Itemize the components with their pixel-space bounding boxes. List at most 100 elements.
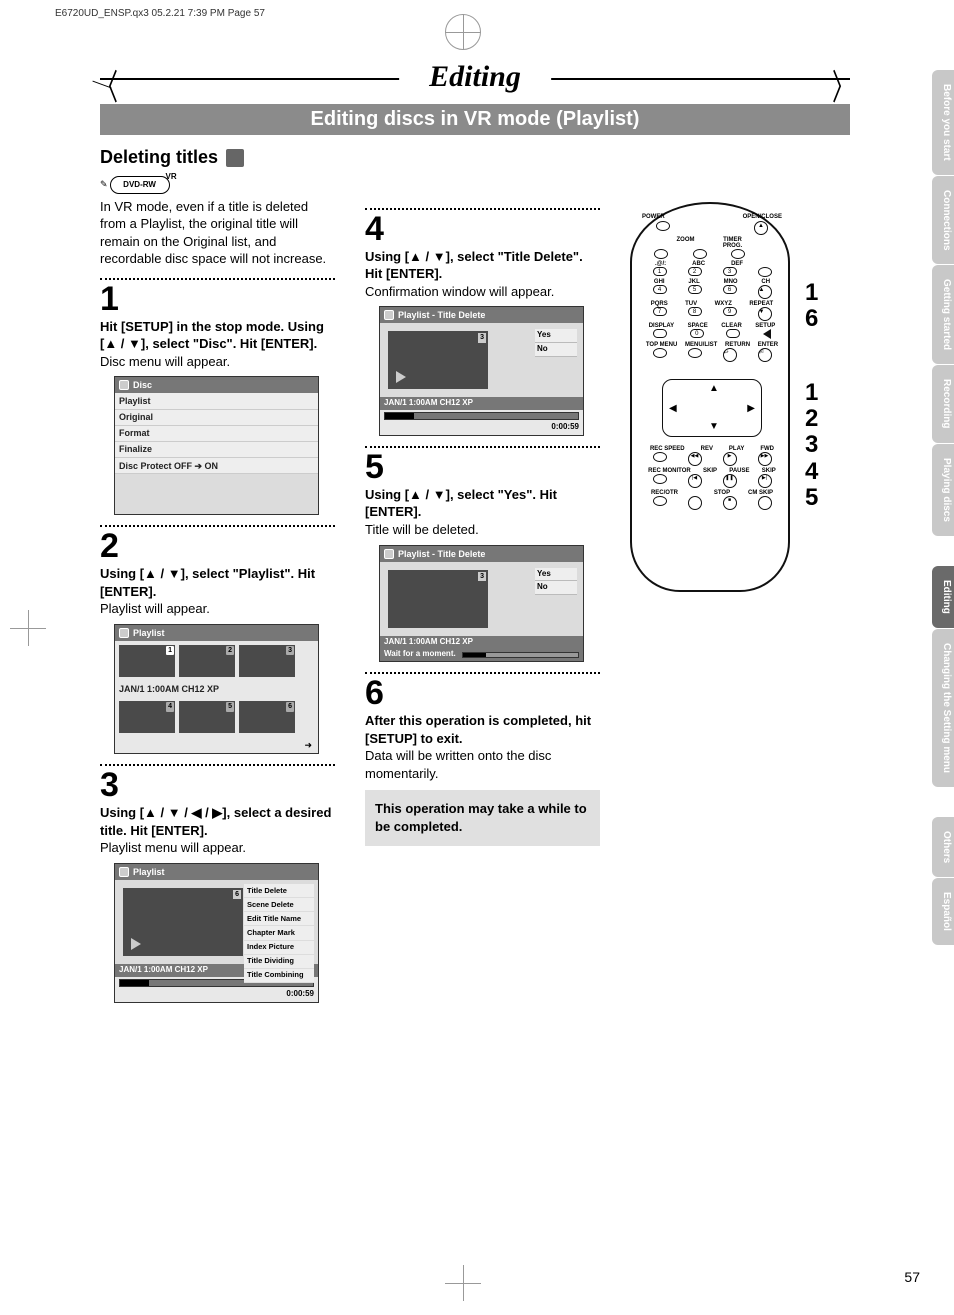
osd-title: Playlist - Title Delete [398,548,485,560]
osd-disc-menu: Disc Playlist Original Format Finalize D… [114,376,319,515]
remote-button: ◀◀ [688,452,702,466]
remote-button: 3 [723,267,737,276]
remote-button [653,452,667,462]
section-tab: Changing the Setting menu [932,629,954,787]
section-banner: Editing discs in VR mode (Playlist) [100,104,850,135]
remote-button: ■ [723,496,737,510]
section-tab: Connections [932,176,954,265]
section-tab: Before you start [932,70,954,175]
step-head: Using [▲ / ▼], select "Playlist". Hit [E… [100,565,335,600]
menu-item: Chapter Mark [244,926,314,940]
remote-button: 8 [688,307,702,316]
thumb-num: 3 [286,646,294,655]
remote-label: JKL [688,279,699,285]
remote-label: PQRS [651,301,668,307]
remote-button: 9 [723,307,737,316]
registration-mark-top [445,14,481,50]
step-number: 2 [100,529,335,563]
remote-label: MNO [724,279,738,285]
remote-label: MENU/LIST [685,342,717,348]
osd-playlist-grid: Playlist 1 2 3 JAN/1 1:00AM CH12 XP 4 5 … [114,624,319,754]
menu-item: Title Dividing [244,955,314,969]
step-body: Title will be deleted. [365,521,600,539]
remote-button: ▶| [758,474,772,488]
remote-button [763,329,771,339]
section-tab: Others [932,817,954,877]
step-number: 1 [100,282,335,316]
remote-button: |◀ [688,474,702,488]
step-body: Disc menu will appear. [100,353,335,371]
column-right: POWER OPEN/CLOSE ▲ ZOOM TIMER PROG. .@/:… [630,198,830,592]
doc-header: E6720UD_ENSP.qx3 05.2.21 7:39 PM Page 57 [55,8,265,19]
osd-playlist-menu: Playlist 6 Title Delete Scene Delete Edi… [114,863,319,1003]
step-number: 5 [365,450,600,484]
remote-diagram: POWER OPEN/CLOSE ▲ ZOOM TIMER PROG. .@/:… [630,202,790,592]
callout-num: 1 [805,280,818,306]
callout-num: 2 [805,406,818,432]
remote-button: 0 [690,329,704,338]
thumb-num: 1 [166,646,174,655]
registration-mark-side [10,610,46,646]
osd-title: Playlist [133,866,165,878]
column-left: In VR mode, even if a title is deleted f… [100,198,335,1013]
registration-mark-bottom [445,1265,481,1301]
callout-num: 1 [805,380,818,406]
step-body: Playlist menu will appear. [100,839,335,857]
step-number: 4 [365,212,600,246]
remote-button: ▶ [723,452,737,466]
remote-label: SPACE [688,323,708,329]
step-head: Hit [SETUP] in the stop mode. Using [▲ /… [100,318,335,353]
choice-no: No [535,581,577,595]
menu-item: Title Combining [244,969,314,983]
remote-button [758,496,772,510]
osd-info: JAN/1 1:00AM CH12 XP [115,681,318,697]
remote-label: OPEN/CLOSE [743,214,782,220]
preview-num: 6 [233,890,241,899]
remote-label: REPEAT [749,301,773,307]
step-number: 3 [100,768,335,802]
remote-label: CH [761,279,770,285]
thumb-num: 2 [226,646,234,655]
osd-time: 0:00:59 [115,989,318,1002]
list-item: Playlist [115,393,318,409]
menu-item: Title Delete [244,884,314,898]
osd-confirm: Playlist - Title Delete 3 Yes No JAN/1 1… [379,306,584,436]
thumb-num: 4 [166,702,174,711]
remote-label: DEF [731,261,743,267]
remote-label: ENTER [758,342,778,348]
section-tab: Getting started [932,265,954,364]
step-number: 6 [365,676,600,710]
section-tab: Recording [932,365,954,442]
step-head: After this operation is completed, hit [… [365,712,600,747]
step-body: Confirmation window will appear. [365,283,600,301]
list-item: Format [115,426,318,442]
callout-num: 4 [805,459,818,485]
remote-label: REC SPEED [650,446,685,452]
section-tabs: Before you startConnectionsGetting start… [932,70,954,945]
osd-title: Disc [133,379,152,391]
remote-label: .@/: [655,261,666,267]
step-body: Playlist will appear. [100,600,335,618]
osd-wait: Playlist - Title Delete 3 Yes No JAN/1 1… [379,545,584,663]
remote-button [688,496,702,510]
media-badge: ✎ DVD-RW VR [100,176,183,194]
thumb-num: 5 [226,702,234,711]
remote-button [653,496,667,506]
remote-label: PAUSE [729,468,749,474]
callout-a: 1 6 [805,280,818,333]
chapter-title-bar: 〈 Editing 〉 [100,60,850,100]
remote-label: FWD [760,446,774,452]
remote-button: 1 [653,267,667,276]
choice-yes: Yes [535,329,577,343]
remote-button: 7 [653,307,667,316]
remote-label: GHI [654,279,665,285]
remote-label: DISPLAY [649,323,674,329]
remote-button: 6 [723,285,737,294]
remote-button: ▲ [758,285,772,299]
note-box: This operation may take a while to be co… [365,790,600,845]
preview-num: 3 [478,572,486,581]
callout-num: 3 [805,432,818,458]
callout-b: 1 2 3 4 5 [805,380,818,512]
remote-label: ABC [692,261,705,267]
remote-label: STOP [714,490,730,496]
